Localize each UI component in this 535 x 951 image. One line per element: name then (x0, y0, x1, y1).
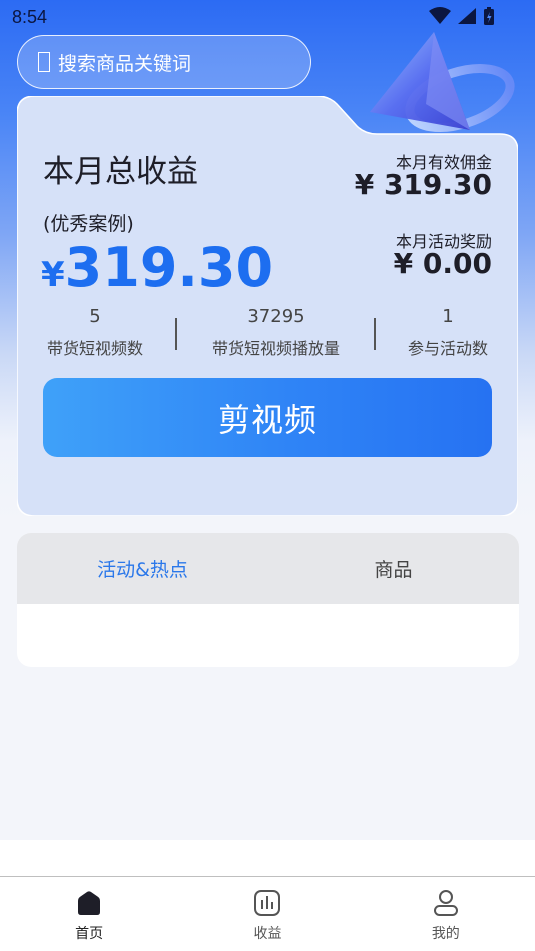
edit-video-button[interactable]: 剪视频 (43, 378, 492, 457)
nav-item-profile[interactable]: 我的 (357, 877, 535, 951)
stat-divider (374, 318, 376, 350)
status-time: 8:54 (12, 7, 48, 27)
nav-label: 我的 (431, 926, 460, 942)
earnings-card: 本月总收益 (优秀案例) ¥319.30 本月有效佣金 ¥ 319.30 本月活… (17, 96, 518, 516)
stat-video-count: 5 带货短视频数 (43, 306, 147, 359)
wifi-icon (429, 7, 451, 24)
stat-value: 1 (442, 306, 454, 327)
signal-icon (458, 8, 476, 24)
monthly-earnings-value: 319.30 (64, 236, 274, 299)
stat-label: 带货短视频播放量 (211, 339, 340, 358)
tab-products[interactable]: 商品 (268, 533, 519, 604)
stats-row: 5 带货短视频数 37295 带货短视频播放量 1 参与活动数 (43, 306, 492, 366)
nav-item-home[interactable]: 首页 (0, 877, 178, 951)
currency-symbol: ¥ (41, 255, 65, 295)
battery-icon (484, 7, 494, 25)
stat-divider (175, 318, 177, 350)
monthly-earnings-title: 本月总收益 (43, 154, 198, 190)
nav-label: 收益 (253, 926, 282, 942)
stat-play-count: 37295 带货短视频播放量 (201, 306, 351, 359)
tab-bar: 活动&热点 商品 (17, 533, 519, 604)
stat-value: 37295 (247, 306, 305, 327)
content-tabs-card: 活动&热点 商品 (17, 533, 519, 667)
search-placeholder: 搜索商品关键词 (58, 52, 192, 75)
status-bar: 8:54 (0, 0, 535, 34)
example-case-label: (优秀案例) (43, 213, 134, 235)
bottom-navigation: 首页 收益 我的 (0, 876, 535, 951)
reward-value: ¥ 0.00 (393, 247, 492, 280)
tab-activities-hot[interactable]: 活动&热点 (17, 533, 268, 604)
home-icon (78, 891, 101, 915)
nav-label: 首页 (75, 926, 104, 942)
stat-label: 参与活动数 (407, 339, 488, 358)
user-icon (433, 890, 458, 916)
stat-activity-count: 1 参与活动数 (403, 306, 493, 359)
status-icons (429, 6, 495, 26)
search-icon (38, 52, 50, 72)
monthly-earnings-amount: ¥319.30 (41, 236, 273, 299)
search-bar[interactable]: 搜索商品关键词 (17, 35, 311, 89)
nav-item-earnings[interactable]: 收益 (178, 877, 356, 951)
stat-label: 带货短视频数 (46, 339, 143, 358)
commission-value: ¥ 319.30 (354, 168, 492, 201)
stat-value: 5 (89, 306, 101, 327)
chart-icon (254, 890, 281, 916)
